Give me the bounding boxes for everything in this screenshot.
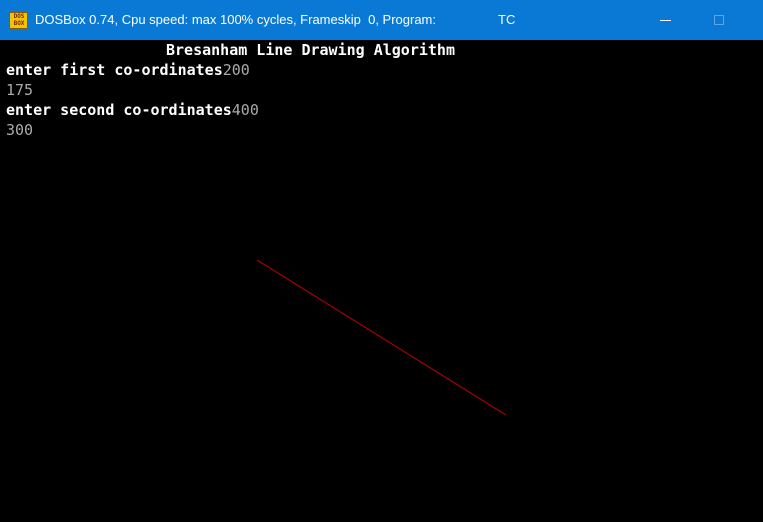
- window-title: DOSBox 0.74, Cpu speed: max 100% cycles,…: [35, 12, 437, 27]
- second-coordinates-prompt: enter second co-ordinates400: [6, 100, 259, 120]
- minimize-button[interactable]: [650, 0, 682, 40]
- dos-screen[interactable]: Bresanham Line Drawing Algorithm enter f…: [6, 40, 763, 522]
- program-name: TC: [498, 12, 516, 27]
- program-heading: Bresanham Line Drawing Algorithm: [166, 41, 455, 59]
- prompt-input-value: 400: [231, 101, 259, 119]
- dosbox-window: DOS BOX DOSBox 0.74, Cpu speed: max 100%…: [0, 0, 763, 522]
- maximize-icon: [714, 15, 724, 25]
- icon-text-bottom: BOX: [13, 20, 25, 27]
- maximize-button[interactable]: [704, 0, 736, 40]
- bresenham-line: [256, 259, 507, 416]
- prompt-label: enter first co-ordinates: [6, 61, 223, 79]
- title-bar[interactable]: DOS BOX DOSBox 0.74, Cpu speed: max 100%…: [0, 0, 763, 40]
- first-coordinates-y: 175: [6, 80, 33, 100]
- dosbox-icon[interactable]: DOS BOX: [9, 12, 28, 29]
- prompt-label: enter second co-ordinates: [6, 101, 232, 119]
- icon-text-top: DOS: [13, 13, 25, 20]
- prompt-input-value: 300: [6, 121, 34, 139]
- prompt-input-value: 175: [6, 81, 34, 99]
- second-coordinates-y: 300: [6, 120, 33, 140]
- minimize-icon: [660, 20, 671, 21]
- first-coordinates-prompt: enter first co-ordinates200: [6, 60, 250, 80]
- prompt-input-value: 200: [222, 61, 250, 79]
